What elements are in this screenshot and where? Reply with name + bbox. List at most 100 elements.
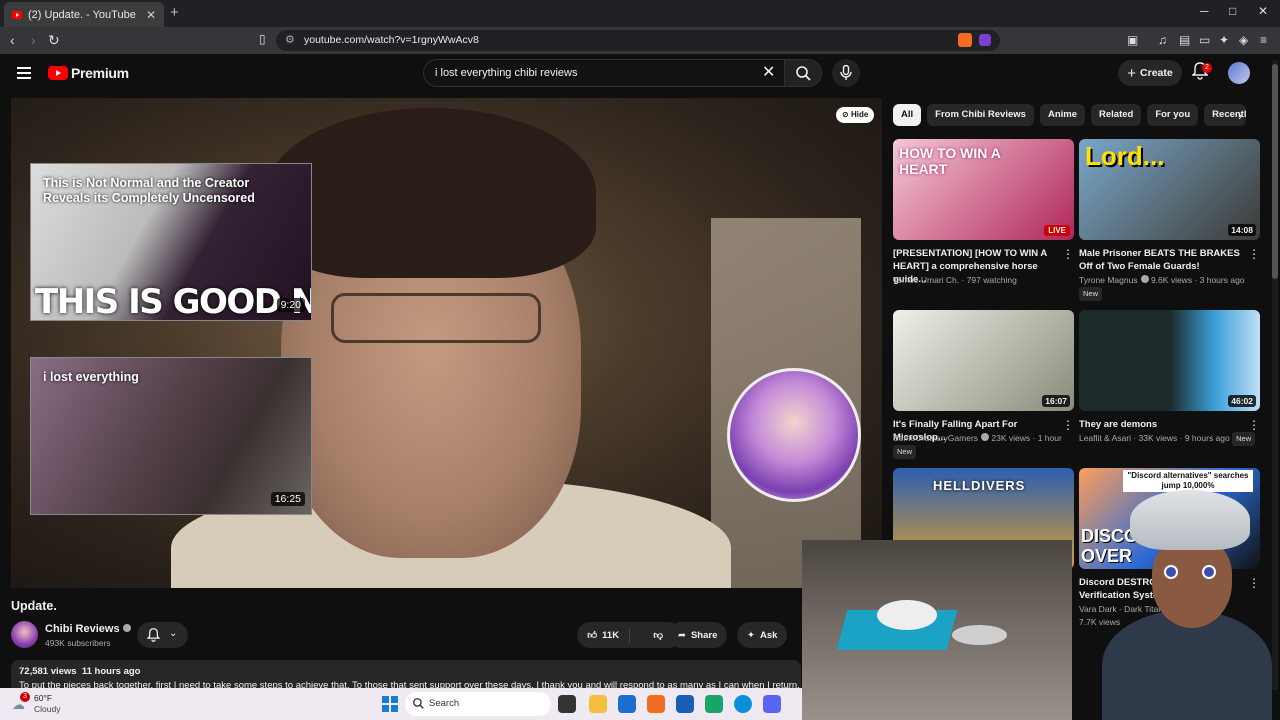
music-icon[interactable]: ♫ [1158,33,1167,47]
channel-name[interactable]: Chibi Reviews [45,623,131,635]
card-meta: Tyrone Magnus 9.6K views · 3 hours ago [1079,274,1260,286]
endcard-duration: 9:20 [276,298,305,312]
outlook-icon[interactable] [676,695,694,713]
new-badge: New [1079,287,1103,301]
weather-condition[interactable]: Cloudy [34,704,60,714]
endscreen-video-card[interactable]: i lost everything 16:25 [30,357,312,515]
weather-temperature[interactable]: 60°F [34,693,52,703]
hide-endscreen-button[interactable]: ⊘ Hide [836,107,875,123]
duration-badge: 46:02 [1228,395,1256,407]
account-avatar[interactable] [1228,62,1250,84]
brave-rewards-icon[interactable] [979,34,991,46]
brave-browser-icon[interactable] [647,695,665,713]
upload-age: 11 hours ago [81,666,141,677]
file-explorer-icon[interactable] [589,695,607,713]
card-badges: New [1079,287,1260,301]
edge-icon[interactable] [734,695,752,713]
bookmark-icon[interactable]: ▯ [259,32,266,46]
more-actions-icon[interactable]: ⋮ [1248,247,1260,261]
verified-icon [1140,275,1149,283]
ask-label: Ask [759,629,778,641]
menu-icon[interactable]: ≡ [1260,33,1267,47]
wallet-icon[interactable]: ▭ [1199,33,1210,47]
youtube-header: Premium i lost everything chibi reviews … [0,54,1280,96]
clear-search-icon[interactable]: ✕ [762,62,775,82]
share-button[interactable]: ➦ Share [668,622,728,648]
video-thumbnail[interactable]: HOW TO WIN A HEART LIVE [893,139,1074,240]
chevron-right-icon[interactable]: › [1238,108,1242,123]
reload-icon[interactable]: ↻ [48,32,60,49]
thumbnail-text: Lord... [1085,141,1165,171]
voice-search-button[interactable] [832,59,860,87]
card-badges: New [893,445,1074,459]
chip-from-channel[interactable]: From Chibi Reviews [927,104,1034,126]
subscribed-bell-button[interactable]: ⌄ [137,622,188,648]
minimize-button[interactable]: ─ [1200,4,1209,18]
card-channel[interactable]: Tomoe Umari Ch. [893,275,959,285]
card-title[interactable]: They are demons [1079,418,1249,431]
endscreen-video-card[interactable]: This is Not Normal and the Creator Revea… [30,163,312,321]
video-thumbnail[interactable]: 46:02 [1079,310,1260,411]
taskbar-search[interactable]: Search [405,692,551,716]
chip-related[interactable]: Related [1091,104,1142,126]
card-channel[interactable]: Leaflit & Asari [1079,433,1131,443]
like-button[interactable]: 👍︎ 11K [577,627,631,643]
vtuber-face [1152,538,1232,628]
subscriber-count: 493K subscribers [45,638,111,648]
more-actions-icon[interactable]: ⋮ [1248,418,1260,432]
app-icon[interactable] [705,695,723,713]
card-channel[interactable]: Tyrone Magnus [1079,275,1138,285]
hide-eye-icon: ⊘ [842,110,849,119]
ask-button[interactable]: ✦ Ask [737,622,788,648]
discord-icon[interactable] [763,695,781,713]
thumbnail-text: HELLDIVERS [933,478,1026,493]
brave-shield-icon[interactable] [958,33,972,47]
new-tab-button[interactable]: + [170,4,179,21]
address-bar[interactable]: ⚙ youtube.com/watch?v=1rgnyWwAcv8 [276,30,1000,51]
scrollbar-thumb[interactable] [1272,64,1278,279]
cat [877,600,937,630]
leo-ai-icon[interactable]: ✦ [1219,33,1229,47]
card-channel[interactable]: SomeOrdinaryGamers [893,433,978,443]
video-title: Update. [11,599,57,613]
video-subject-glasses [331,293,541,343]
more-actions-icon[interactable]: ⋮ [1062,247,1074,261]
verified-icon [122,624,131,632]
share-label: Share [690,629,718,641]
forward-icon[interactable]: › [31,32,36,48]
create-button[interactable]: + Create [1118,60,1182,86]
endcard-overlay-text: THIS IS GOOD NEWS [35,282,311,321]
chip-for-you[interactable]: For you [1147,104,1199,126]
browser-tab[interactable]: (2) Update. - YouTube ✕ [4,2,164,27]
card-title[interactable]: Male Prisoner BEATS THE BRAKES Off of Tw… [1079,247,1249,273]
guide-menu-icon[interactable] [17,67,31,79]
search-button[interactable] [784,59,822,87]
notification-count-badge: 2 [1202,63,1212,73]
store-icon[interactable] [618,695,636,713]
tab-close-icon[interactable]: ✕ [146,8,156,22]
video-thumbnail[interactable]: Lord... 14:08 [1079,139,1260,240]
sidebar-icon[interactable]: ▤ [1179,33,1190,47]
maximize-button[interactable]: □ [1229,4,1236,18]
card-stats: 33K views · 9 hours ago [1138,433,1230,443]
video-thumbnail[interactable]: 16:07 [893,310,1074,411]
search-input[interactable]: i lost everything chibi reviews [423,59,788,87]
screenshot-icon[interactable]: ▣ [1127,33,1138,47]
youtube-logo[interactable]: Premium [48,65,129,81]
chip-anime[interactable]: Anime [1039,104,1085,126]
endscreen-subscribe-avatar[interactable] [727,368,861,502]
channel-avatar[interactable] [11,621,38,648]
chip-all[interactable]: All [893,104,922,126]
search-icon [796,66,811,81]
card-meta: Tomoe Umari Ch. · 797 watching [893,275,1017,285]
task-view-icon[interactable] [558,695,576,713]
vpn-icon[interactable]: ◈ [1239,33,1248,47]
windows-start-icon[interactable] [382,696,398,712]
pet-bowl [952,625,1007,645]
window-close-button[interactable]: ✕ [1258,4,1268,18]
duration-badge: 16:07 [1042,395,1070,407]
back-icon[interactable]: ‹ [10,32,15,48]
site-info-icon[interactable]: ⚙ [285,30,295,51]
more-actions-icon[interactable]: ⋮ [1062,418,1074,432]
endcard-title: This is Not Normal and the Creator Revea… [43,176,255,205]
